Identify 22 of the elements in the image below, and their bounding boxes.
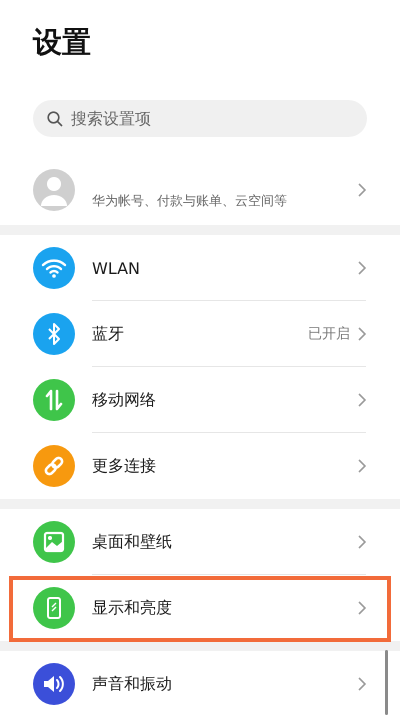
page-title: 设置: [33, 24, 92, 61]
chevron-icon: [358, 601, 366, 615]
settings-item[interactable]: 蓝牙 已开启: [0, 301, 400, 367]
settings-item[interactable]: 桌面和壁纸: [0, 509, 400, 575]
settings-item[interactable]: WLAN: [0, 235, 400, 301]
account-item[interactable]: 华为帐号、付款与账单、云空间等: [33, 155, 367, 225]
chevron-icon: [358, 327, 366, 341]
settings-item[interactable]: 更多连接: [0, 433, 400, 499]
chevron-icon: [358, 677, 366, 691]
account-subtitle: 华为帐号、付款与账单、云空间等: [92, 193, 288, 210]
chevron-icon: [358, 393, 366, 407]
chevron-icon: [358, 535, 366, 549]
chevron-icon: [358, 261, 366, 275]
avatar-icon: [33, 169, 75, 211]
chevron-icon: [358, 459, 366, 473]
settings-item[interactable]: 移动网络: [0, 367, 400, 433]
search-field[interactable]: 搜索设置项: [33, 100, 367, 137]
scrollbar: [385, 650, 388, 715]
settings-item[interactable]: 显示和亮度: [0, 575, 400, 641]
status-text: 已开启: [308, 325, 350, 343]
chevron-icon: [358, 183, 366, 197]
settings-item[interactable]: 声音和振动: [0, 651, 400, 715]
